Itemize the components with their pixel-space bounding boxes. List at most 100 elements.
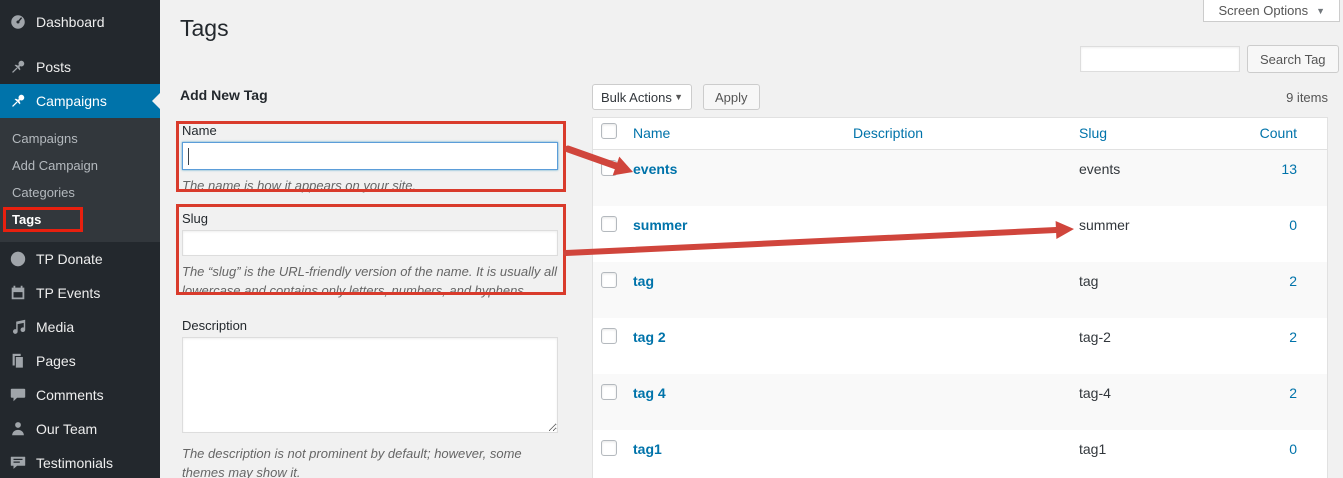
name-input[interactable] [182, 142, 558, 170]
table-row: summer summer 0 [593, 206, 1327, 262]
column-header-count[interactable]: Count [1260, 125, 1297, 141]
name-field-group: Name The name is how it appears on your … [182, 123, 558, 195]
table-row: tag 2 tag-2 2 [593, 318, 1327, 374]
search-tag-button[interactable]: Search Tag [1247, 45, 1339, 73]
tag-count-link[interactable]: 2 [1289, 273, 1297, 289]
tag-name-link[interactable]: events [633, 161, 677, 177]
sidebar-item-label: Pages [36, 353, 76, 369]
tag-slug: tag-4 [1079, 385, 1111, 401]
testimonial-icon [8, 453, 28, 473]
sidebar-item-dashboard[interactable]: Dashboard [0, 5, 160, 39]
dashboard-icon [8, 12, 28, 32]
row-checkbox[interactable] [601, 160, 617, 176]
slug-input[interactable] [182, 230, 558, 256]
row-checkbox[interactable] [601, 328, 617, 344]
person-icon [8, 419, 28, 439]
slug-help-text: The “slug” is the URL-friendly version o… [182, 262, 558, 300]
table-row: tag tag 2 [593, 262, 1327, 318]
sidebar-item-label: TP Events [36, 285, 100, 301]
music-note-icon [8, 317, 28, 337]
description-field-group: Description The description is not promi… [182, 318, 558, 478]
sidebar-item-campaigns[interactable]: Campaigns [0, 84, 160, 118]
campaigns-submenu: Campaigns Add Campaign Categories Tags [0, 118, 160, 242]
screen-options-label: Screen Options [1218, 3, 1308, 18]
submenu-item-add-campaign[interactable]: Add Campaign [0, 152, 160, 179]
slug-field-group: Slug The “slug” is the URL-friendly vers… [182, 211, 558, 300]
submenu-item-categories[interactable]: Categories [0, 179, 160, 206]
tag-name-link[interactable]: tag 4 [633, 385, 666, 401]
tag-count-link[interactable]: 2 [1289, 385, 1297, 401]
pages-icon [8, 351, 28, 371]
tag-slug: tag [1079, 273, 1098, 289]
tag-count-link[interactable]: 0 [1289, 217, 1297, 233]
row-checkbox[interactable] [601, 216, 617, 232]
sidebar-item-label: Posts [36, 59, 71, 75]
form-heading: Add New Tag [180, 87, 558, 103]
sidebar-item-label: Dashboard [36, 14, 105, 30]
pushpin-icon [8, 57, 28, 77]
tag-slug: summer [1079, 217, 1130, 233]
table-row: tag1 tag1 0 [593, 430, 1327, 478]
column-header-name[interactable]: Name [633, 125, 670, 141]
search-input[interactable] [1080, 46, 1240, 72]
page-title: Tags [180, 14, 229, 43]
slug-label: Slug [182, 211, 558, 227]
chevron-down-icon: ▼ [1316, 6, 1325, 16]
sidebar-item-label: Comments [36, 387, 104, 403]
admin-sidebar: Dashboard Posts Campaigns Campaigns Add … [0, 0, 160, 478]
apply-button[interactable]: Apply [703, 84, 760, 110]
tag-name-link[interactable]: tag 2 [633, 329, 666, 345]
bulk-actions-selected: Bulk Actions [601, 90, 672, 105]
sidebar-item-our-team[interactable]: Our Team [0, 412, 160, 446]
tag-description [853, 374, 1079, 430]
row-checkbox[interactable] [601, 384, 617, 400]
tag-slug: events [1079, 161, 1120, 177]
tag-count-link[interactable]: 2 [1289, 329, 1297, 345]
sidebar-item-posts[interactable]: Posts [0, 50, 160, 84]
add-new-tag-form: Add New Tag Name The name is how it appe… [182, 80, 558, 478]
tag-description [853, 430, 1079, 478]
globe-icon [8, 249, 28, 269]
sidebar-item-label: Media [36, 319, 74, 335]
sidebar-item-label: Our Team [36, 421, 97, 437]
wordpress-admin-tags-page: Dashboard Posts Campaigns Campaigns Add … [0, 0, 1343, 478]
tag-description [853, 206, 1079, 262]
tag-name-link[interactable]: tag1 [633, 441, 662, 457]
row-checkbox[interactable] [601, 440, 617, 456]
description-textarea[interactable] [182, 337, 558, 433]
tag-name-link[interactable]: tag [633, 273, 654, 289]
comment-icon [8, 385, 28, 405]
tag-count-link[interactable]: 0 [1289, 441, 1297, 457]
sidebar-item-testimonials[interactable]: Testimonials [0, 446, 160, 478]
tag-slug: tag-2 [1079, 329, 1111, 345]
pushpin-icon [8, 91, 28, 111]
description-help-text: The description is not prominent by defa… [182, 444, 558, 478]
tags-table: Name Description Slug Count events event… [592, 117, 1328, 478]
sidebar-item-tp-events[interactable]: TP Events [0, 276, 160, 310]
submenu-item-campaigns[interactable]: Campaigns [0, 125, 160, 152]
tag-count-link[interactable]: 13 [1281, 161, 1297, 177]
chevron-down-icon: ▼ [674, 92, 683, 102]
sidebar-item-pages[interactable]: Pages [0, 344, 160, 378]
bulk-actions-select[interactable]: Bulk Actions ▼ [592, 84, 692, 110]
select-all-checkbox[interactable] [601, 123, 617, 139]
tag-description [853, 318, 1079, 374]
tag-slug: tag1 [1079, 441, 1106, 457]
table-row: events events 13 [593, 150, 1327, 206]
column-header-slug[interactable]: Slug [1079, 125, 1107, 141]
sidebar-item-comments[interactable]: Comments [0, 378, 160, 412]
column-header-description[interactable]: Description [853, 125, 923, 141]
sidebar-item-label: TP Donate [36, 251, 103, 267]
sidebar-item-label: Campaigns [36, 93, 107, 109]
submenu-item-tags[interactable]: Tags [0, 206, 160, 233]
sidebar-separator [0, 39, 160, 50]
tag-description [853, 150, 1079, 206]
screen-options-button[interactable]: Screen Options ▼ [1203, 0, 1340, 22]
row-checkbox[interactable] [601, 272, 617, 288]
sidebar-item-media[interactable]: Media [0, 310, 160, 344]
sidebar-item-tp-donate[interactable]: TP Donate [0, 242, 160, 276]
text-cursor [188, 148, 189, 165]
items-count: 9 items [1286, 90, 1328, 105]
tag-name-link[interactable]: summer [633, 217, 687, 233]
sidebar-item-label: Testimonials [36, 455, 113, 471]
